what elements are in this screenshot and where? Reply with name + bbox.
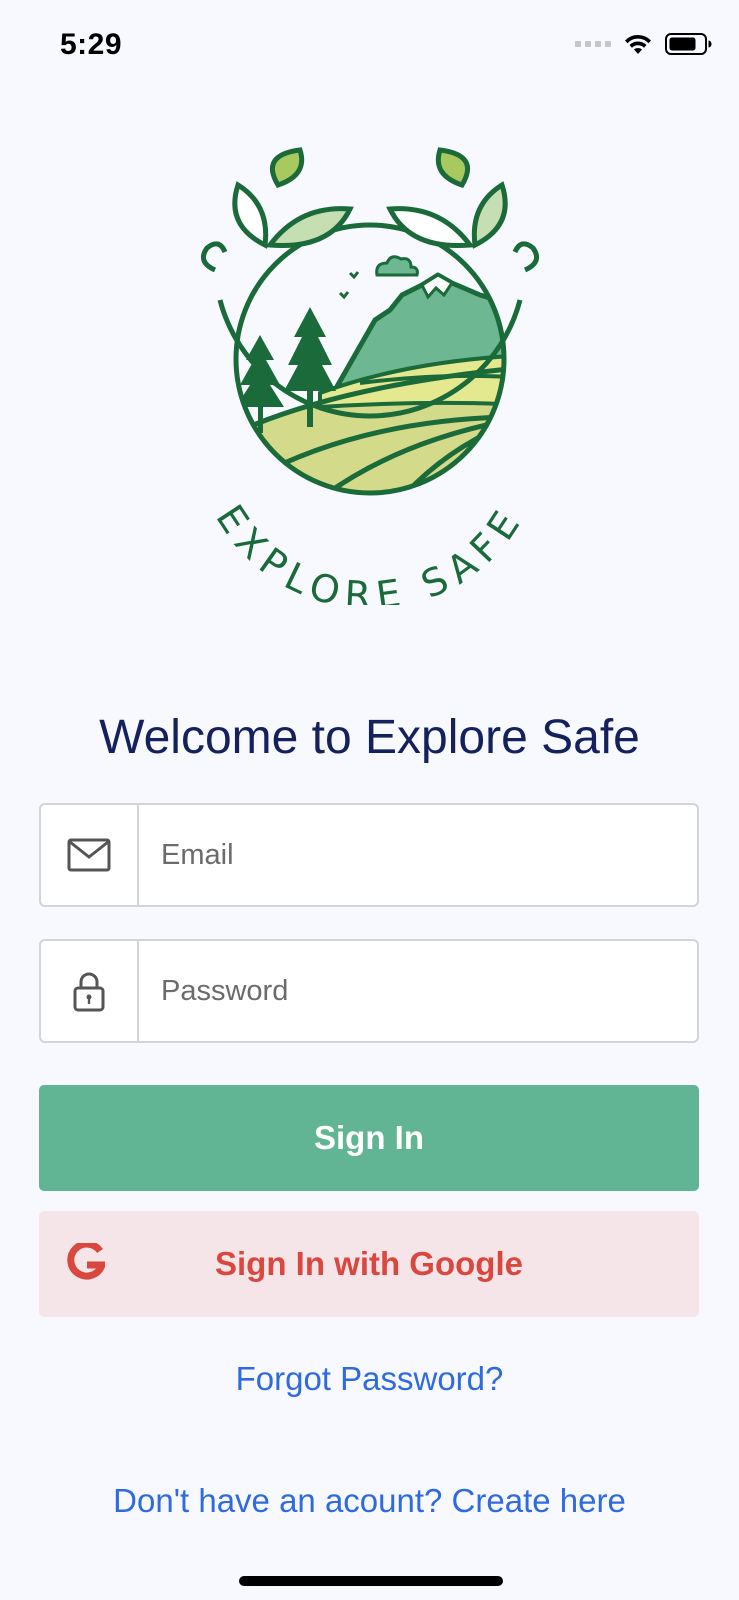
status-icons xyxy=(575,32,713,56)
lock-icon xyxy=(73,972,105,1012)
status-time: 5:29 xyxy=(60,28,123,61)
google-button-label: Sign In with Google xyxy=(215,1245,523,1282)
battery-icon xyxy=(665,33,712,55)
password-input[interactable] xyxy=(139,941,697,1041)
forgot-password-link[interactable]: Forgot Password? xyxy=(0,1360,739,1398)
mail-icon xyxy=(67,838,111,872)
password-field[interactable] xyxy=(39,939,699,1043)
status-bar: 5:29 xyxy=(0,0,739,90)
create-account-link[interactable]: Don't have an acount? Create here xyxy=(0,1482,739,1520)
google-g-icon xyxy=(67,1243,105,1280)
wifi-icon xyxy=(625,34,651,54)
home-indicator xyxy=(239,1576,503,1586)
password-icon-box xyxy=(41,941,139,1041)
signal-dots-icon xyxy=(575,41,611,47)
email-input[interactable] xyxy=(139,805,697,905)
page-title: Welcome to Explore Safe xyxy=(99,711,640,764)
sign-in-button[interactable]: Sign In xyxy=(39,1085,699,1191)
logo-text: EXPLORE SAFE xyxy=(207,497,532,605)
email-icon-box xyxy=(41,805,139,905)
explore-safe-logo: EXPLORE SAFE xyxy=(200,147,540,605)
email-field[interactable] xyxy=(39,803,699,907)
google-sign-in-button[interactable]: Sign In with Google xyxy=(39,1211,699,1317)
